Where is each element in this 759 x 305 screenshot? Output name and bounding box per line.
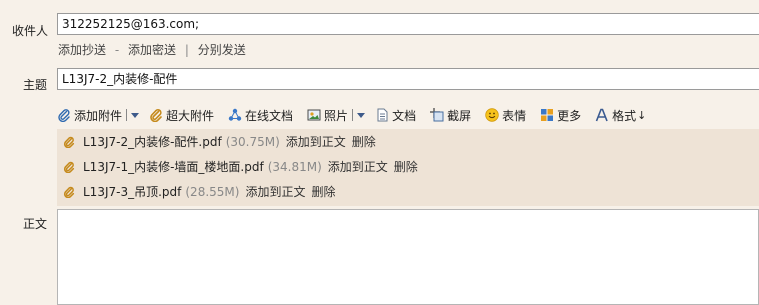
send-separately-link[interactable]: 分别发送: [198, 43, 246, 57]
paperclip-icon: [63, 161, 75, 173]
more-icon: [541, 109, 554, 121]
paperclip-icon: [58, 109, 70, 122]
delete-attachment-link[interactable]: 删除: [394, 156, 418, 178]
document-icon: [377, 108, 388, 122]
online-docs-icon: [228, 108, 242, 121]
emoji-icon: [485, 108, 499, 122]
more-button[interactable]: 更多: [540, 107, 581, 124]
add-attachment-button[interactable]: 添加附件: [57, 107, 140, 124]
paperclip-icon: [63, 136, 75, 148]
screenshot-icon: [430, 108, 444, 122]
attachment-size: (30.75M): [225, 135, 280, 149]
screenshot-button[interactable]: 截屏: [430, 107, 471, 124]
separator: |: [184, 43, 189, 57]
photo-button[interactable]: 照片: [307, 107, 366, 124]
format-button[interactable]: 格式 ↓: [595, 107, 646, 124]
body-editor[interactable]: [57, 209, 759, 305]
add-attachment-label: 添加附件: [74, 108, 123, 123]
attachment-size: (34.81M): [267, 160, 322, 174]
emoji-button[interactable]: 表情: [485, 107, 526, 124]
compose-toolbar: 添加附件 超大附件 在线文档 照片 文档 截屏 表情 更多 格式 ↓: [57, 104, 660, 126]
online-docs-button[interactable]: 在线文档: [228, 107, 293, 124]
body-label: 正文: [23, 217, 48, 231]
add-cc-link[interactable]: 添加抄送: [58, 43, 106, 57]
attachment-item: L13J7-2_内装修-配件.pdf (30.75M) 添加到正文 删除: [63, 131, 376, 153]
recipient-label: 收件人: [12, 24, 49, 38]
photo-icon: [307, 109, 321, 121]
add-to-body-link[interactable]: 添加到正文: [328, 156, 388, 178]
delete-attachment-link[interactable]: 删除: [311, 181, 335, 203]
attachment-filename: L13J7-2_内装修-配件.pdf: [83, 135, 222, 149]
attachment-item: L13J7-3_吊顶.pdf (28.55M) 添加到正文 删除: [63, 181, 335, 203]
format-icon: [595, 108, 608, 122]
divider: [126, 109, 128, 121]
add-bcc-link[interactable]: 添加密送: [128, 43, 176, 57]
emoji-label: 表情: [502, 108, 527, 123]
large-attachment-label: 超大附件: [166, 108, 215, 123]
format-arrow-icon: ↓: [637, 108, 647, 122]
more-label: 更多: [557, 108, 582, 123]
recipient-input[interactable]: 312252125@163.com;: [57, 13, 759, 35]
add-to-body-link[interactable]: 添加到正文: [286, 131, 346, 153]
separator: -: [114, 43, 120, 57]
screenshot-label: 截屏: [447, 108, 472, 123]
subject-label: 主题: [23, 78, 48, 92]
attachment-item: L13J7-1_内装修-墙面_楼地面.pdf (34.81M) 添加到正文 删除: [63, 156, 418, 178]
subject-input[interactable]: L13J7-2_内装修-配件: [57, 68, 759, 90]
attachment-filename: L13J7-3_吊顶.pdf: [83, 185, 182, 199]
divider: [352, 109, 354, 121]
add-to-body-link[interactable]: 添加到正文: [245, 181, 305, 203]
online-docs-label: 在线文档: [245, 108, 294, 123]
format-label: 格式: [612, 108, 637, 123]
delete-attachment-link[interactable]: 删除: [352, 131, 376, 153]
document-label: 文档: [392, 108, 417, 123]
chevron-down-icon[interactable]: [131, 112, 140, 118]
attachment-filename: L13J7-1_内装修-墙面_楼地面.pdf: [83, 160, 264, 174]
paperclip-icon: [63, 186, 75, 198]
large-attachment-button[interactable]: 超大附件: [149, 107, 214, 124]
attachment-size: (28.55M): [185, 185, 240, 199]
chevron-down-icon[interactable]: [357, 112, 366, 118]
document-button[interactable]: 文档: [375, 107, 416, 124]
large-attachment-icon: [150, 108, 162, 122]
photo-label: 照片: [324, 108, 349, 123]
attachment-list: L13J7-2_内装修-配件.pdf (30.75M) 添加到正文 删除 L13…: [57, 129, 759, 206]
recipient-links: 添加抄送 - 添加密送 | 分别发送: [58, 41, 246, 58]
